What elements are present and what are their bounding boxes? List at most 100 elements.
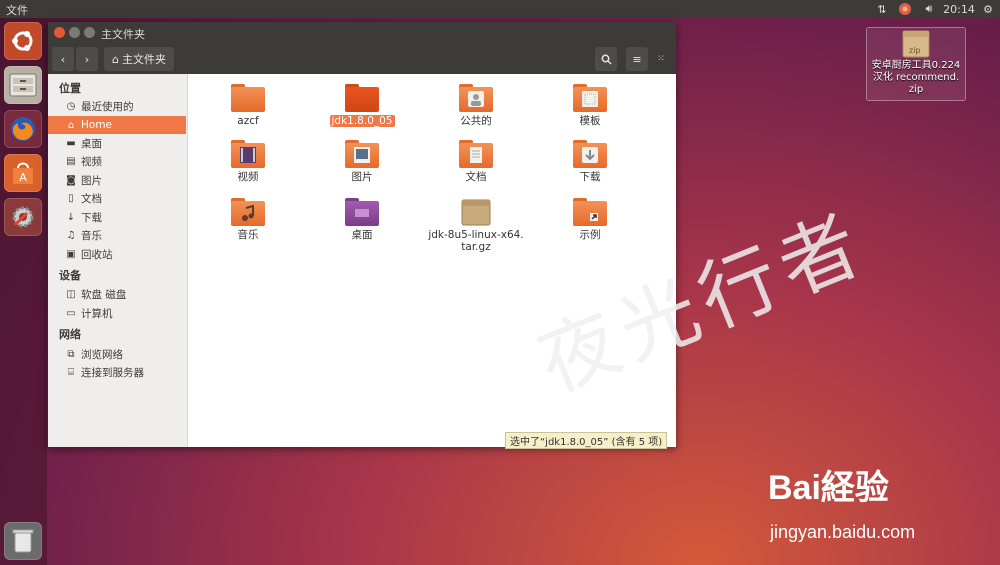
desktop-zip-label: 安卓厨房工具0.224 汉化 recommend. zip [871,60,961,95]
file-item-public[interactable]: 公共的 [426,84,526,127]
file-item-desktop[interactable]: 桌面 [312,198,412,241]
network-transfer-icon[interactable]: ⇅ [873,0,891,18]
ubuntu-dash-button[interactable] [4,22,42,60]
chevron-left-icon: ‹ [60,52,66,66]
video-icon: ▤ [66,155,76,167]
sidebar-item-connect-server[interactable]: ⌸ 连接到服务器 [48,363,186,381]
file-item-jdk-folder[interactable]: jdk1.8.0_05 [312,84,412,127]
folder-documents-icon [459,140,493,168]
input-method-icon[interactable] [896,0,914,18]
baidu-brand: Bai経验 [768,469,889,507]
sidebar-item-recent[interactable]: ◷ 最近使用的 [48,97,186,115]
server-icon: ⌸ [68,366,74,378]
firefox-launcher-button[interactable] [4,110,42,148]
file-item-music[interactable]: 音乐 [198,198,298,241]
folder-downloads-icon [573,140,607,168]
file-label: 模板 [579,115,601,127]
clock[interactable]: 20:14 [942,0,976,18]
music-icon: ♫ [66,229,76,241]
sidebar-item-downloads[interactable]: ↓ 下载 [48,208,186,226]
sidebar-item-floppy[interactable]: ◫ 软盘 磁盘 [48,285,186,303]
settings-gear-icon[interactable]: ⚙ [980,0,996,18]
toolbar: ‹ › ⌂ 主文件夹 ≡ ⁙ [48,44,676,74]
file-label: 桌面 [351,229,373,241]
home-icon: ⌂ [112,52,119,66]
sidebar-item-computer[interactable]: ▭ 计算机 [48,304,186,322]
chevron-right-icon: › [84,52,90,66]
sidebar-item-browse-network[interactable]: ⧉ 浏览网络 [48,345,186,363]
grid-view-button[interactable]: ⁙ [650,47,672,71]
folder-templates-icon [573,84,607,112]
trash-icon [12,529,34,553]
file-label: 文档 [465,171,487,183]
file-label: 图片 [351,171,373,183]
desktop-icon: ▬ [66,137,76,149]
file-item-documents[interactable]: 文档 [426,140,526,183]
sidebar-heading-places: 位置 [59,82,81,95]
sidebar-item-home[interactable]: ⌂ Home [48,116,186,134]
sidebar-item-pictures[interactable]: ◙ 图片 [48,171,186,189]
system-settings-icon [12,206,34,228]
file-item-pictures[interactable]: 图片 [312,140,412,183]
floppy-icon: ◫ [66,288,76,300]
file-label: jdk-8u5-linux-x64. tar.gz [428,229,524,253]
archive-icon [461,199,491,226]
sidebar-item-trash[interactable]: ▣ 回收站 [48,245,186,263]
download-icon: ↓ [66,211,76,223]
trash-launcher-button[interactable] [4,522,42,560]
maximize-window-button[interactable] [84,27,95,38]
minimize-window-button[interactable] [69,27,80,38]
svg-text:A: A [19,171,27,184]
search-button[interactable] [595,47,617,71]
sidebar-heading-network: 网络 [59,328,81,341]
volume-icon[interactable]: 🔊︎ [920,0,938,18]
file-item-azcf[interactable]: azcf [198,84,298,127]
window-title: 主文件夹 [101,28,145,41]
folder-examples-icon [573,198,607,226]
sidebar-item-videos[interactable]: ▤ 视频 [48,152,186,170]
desktop-zip-file[interactable]: zip 安卓厨房工具0.224 汉化 recommend. zip [866,27,966,101]
software-center-launcher-button[interactable]: A [4,154,42,192]
file-label: jdk1.8.0_05 [329,115,395,127]
sidebar: 位置 ◷ 最近使用的 ⌂ Home ▬ 桌面 ▤ 视频 ◙ 图片 ▯ 文档 ↓ 下载 ♫ 音乐 … [48,74,188,447]
folder-video-icon [231,140,265,168]
sidebar-item-desktop[interactable]: ▬ 桌面 [48,134,186,152]
folder-icon [231,84,265,112]
baidu-url: jingyan.baidu.com [770,522,916,542]
firefox-icon [11,117,35,141]
home-icon: ⌂ [67,119,75,131]
system-settings-launcher-button[interactable] [4,198,42,236]
folder-pictures-icon [345,140,379,168]
list-view-button[interactable]: ≡ [626,47,648,71]
list-view-icon: ≡ [632,52,642,66]
forward-button[interactable]: › [76,47,98,71]
sidebar-item-music[interactable]: ♫ 音乐 [48,226,186,244]
window-titlebar[interactable]: 主文件夹 [48,22,676,44]
back-button[interactable]: ‹ [52,47,74,71]
file-label: 公共的 [460,115,492,127]
ubuntu-logo-icon [12,31,33,51]
file-item-videos[interactable]: 视频 [198,140,298,183]
file-label: azcf [237,115,259,127]
file-label: 下载 [579,171,601,183]
path-button-home[interactable]: ⌂ 主文件夹 [104,47,174,71]
folder-desktop-icon [345,198,379,226]
file-item-templates[interactable]: 模板 [540,84,640,127]
trash-icon: ▣ [66,248,76,260]
files-launcher-button[interactable] [4,66,42,104]
document-icon: ▯ [68,192,74,204]
sidebar-item-documents[interactable]: ▯ 文档 [48,189,186,207]
computer-icon: ▭ [66,307,76,319]
launcher: A [0,18,47,565]
close-window-button[interactable] [54,27,65,38]
file-item-downloads[interactable]: 下载 [540,140,640,183]
folder-music-icon [231,198,265,226]
file-item-jdk-archive[interactable]: jdk-8u5-linux-x64. tar.gz [426,198,526,253]
network-icon: ⧉ [67,348,75,360]
search-icon [601,54,612,65]
file-label: 音乐 [237,229,259,241]
path-button-label: 主文件夹 [121,53,166,66]
app-menu-title[interactable]: 文件 [6,2,28,18]
software-center-icon: A [13,162,33,184]
file-item-examples[interactable]: 示例 [540,198,640,241]
